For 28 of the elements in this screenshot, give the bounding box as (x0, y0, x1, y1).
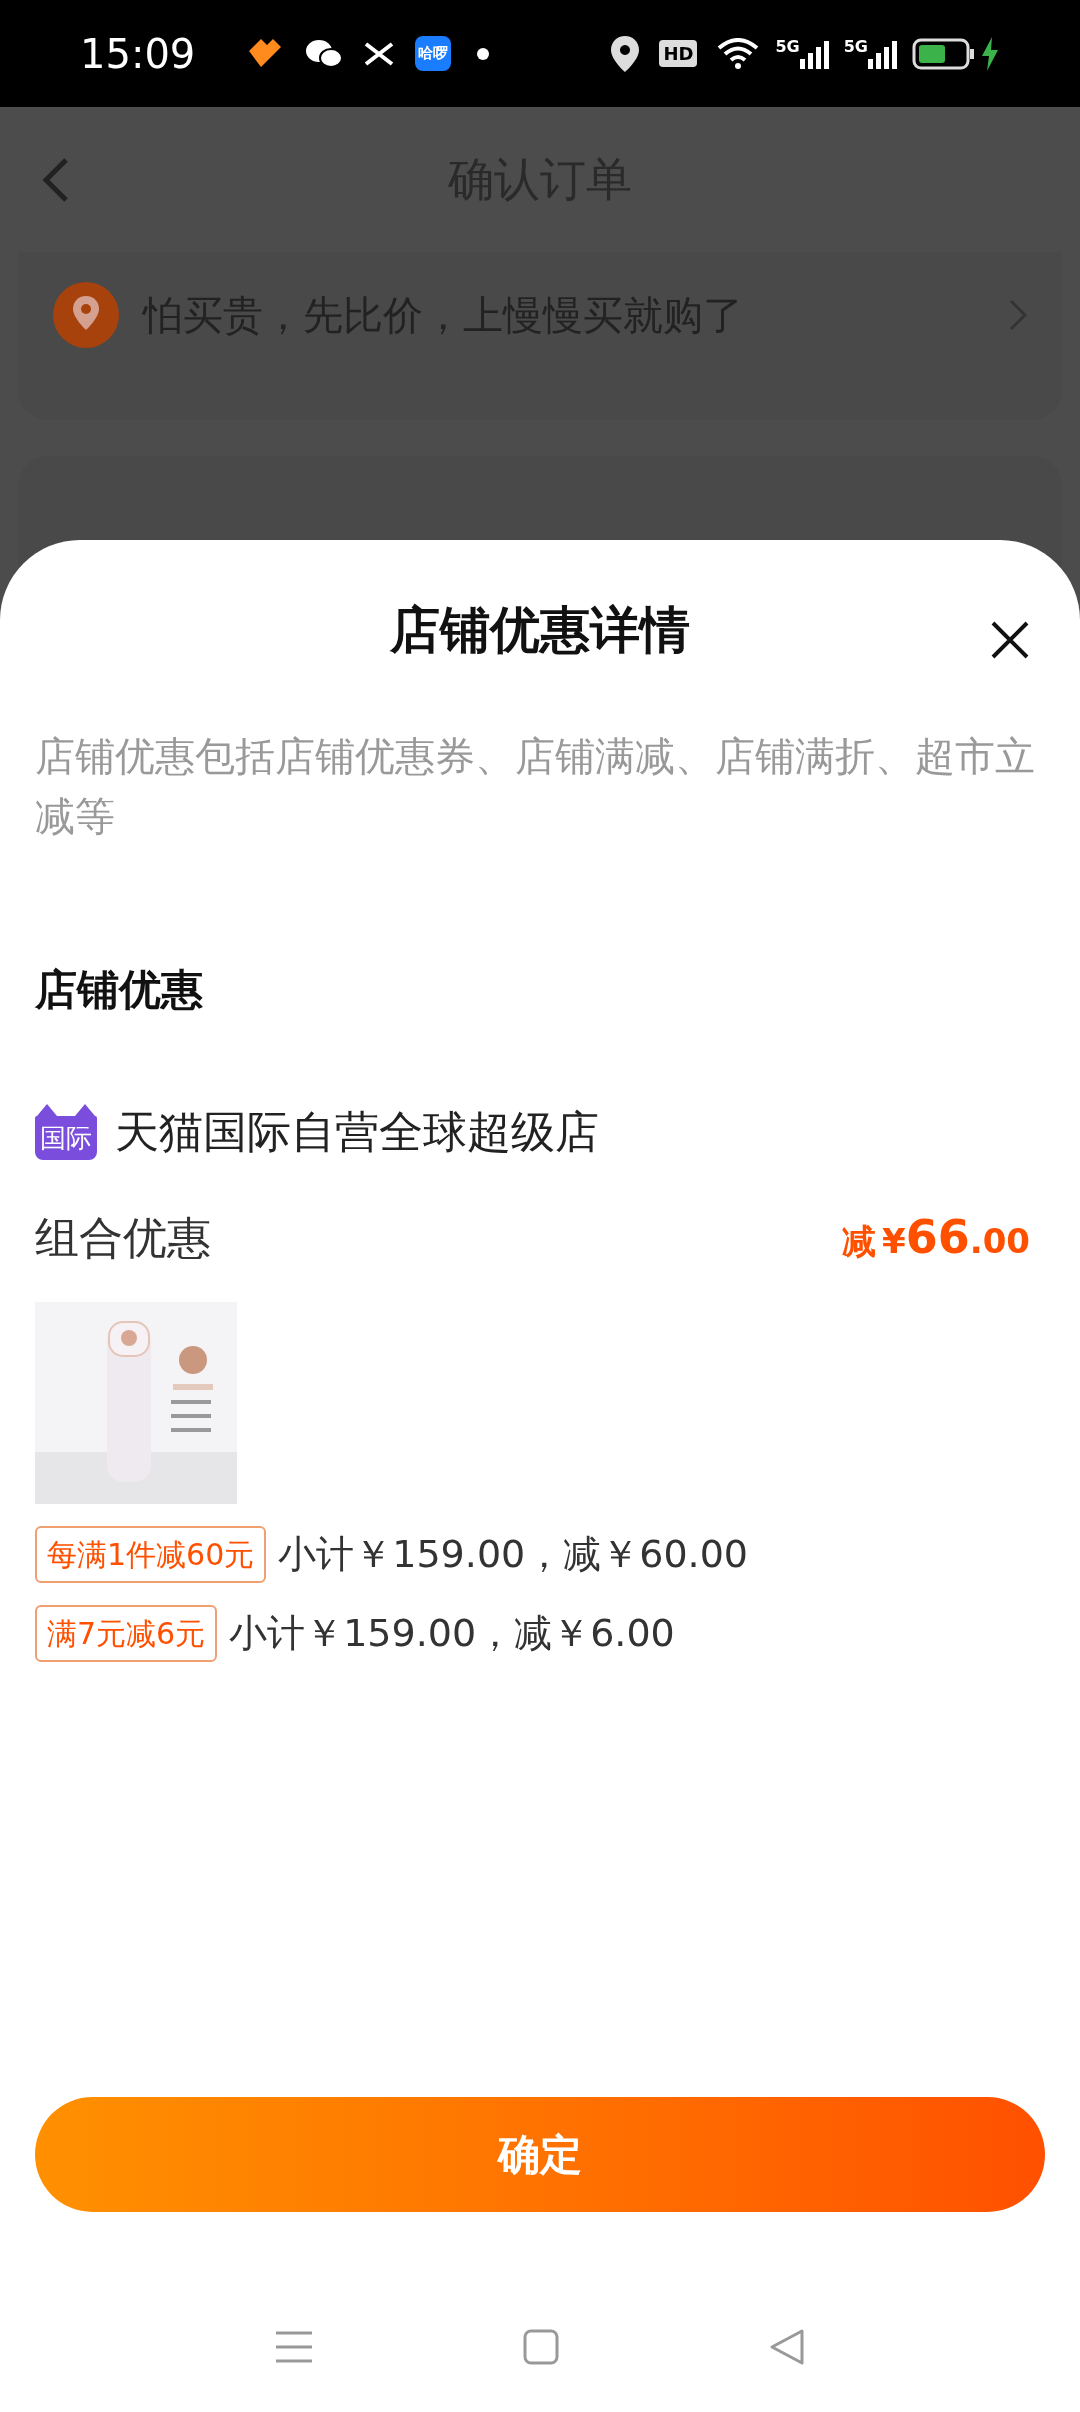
network-label: 5G (775, 38, 800, 55)
section-title: 店铺优惠 (35, 964, 204, 1016)
sheet-description: 店铺优惠包括店铺优惠券、店铺满减、店铺满折、超市立减等 (35, 732, 1036, 841)
promotion-tag: 满7元减6元 (35, 1605, 218, 1662)
back-icon[interactable] (767, 2328, 806, 2366)
promotion-detail: 小计￥159.00，减￥60.00 (278, 1531, 748, 1578)
charging-icon (980, 36, 1000, 71)
network-label: 5G (843, 38, 868, 55)
shop-name: 天猫国际自营全球超级店 (115, 1105, 599, 1159)
promotion-tag: 每满1件减60元 (35, 1526, 267, 1583)
back-icon[interactable] (42, 155, 70, 204)
location-icon (611, 35, 640, 72)
status-time: 15:09 (80, 29, 196, 79)
location-icon (53, 282, 119, 348)
confirm-button[interactable]: 确定 (35, 2097, 1045, 2212)
app-icon: 哈啰 (415, 36, 452, 71)
battery-icon (912, 37, 976, 70)
close-icon[interactable] (990, 620, 1030, 660)
sheet-title: 店铺优惠详情 (390, 599, 690, 661)
hd-icon: HD (659, 40, 698, 67)
discount-amount: 减 ¥66.00 (842, 1209, 1030, 1266)
discount-label: 组合优惠 (35, 1210, 211, 1265)
signal-icon (868, 38, 898, 69)
menu-icon[interactable] (274, 2330, 315, 2364)
home-icon[interactable] (523, 2329, 559, 2365)
signal-icon (799, 38, 830, 69)
promotion-detail: 小计￥159.00，减￥6.00 (229, 1610, 675, 1657)
wifi-icon (717, 37, 760, 70)
